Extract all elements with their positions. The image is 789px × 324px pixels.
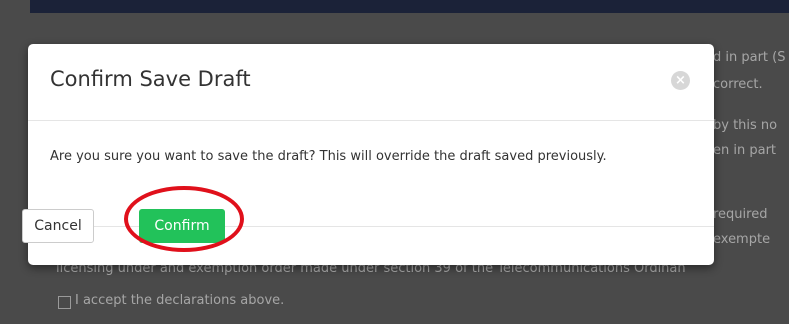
modal-message: Are you sure you want to save the draft?… xyxy=(50,149,607,164)
background-text: d in part (S xyxy=(713,50,786,65)
modal-title: Confirm Save Draft xyxy=(50,67,251,91)
background-text: exempte xyxy=(713,232,771,247)
cancel-button[interactable]: Cancel xyxy=(22,209,94,243)
background-text: en in part xyxy=(713,143,777,158)
declaration-label: I accept the declarations above. xyxy=(75,293,285,308)
top-navbar xyxy=(30,0,789,13)
background-text: required xyxy=(713,207,768,222)
background-text: correct. xyxy=(713,77,763,92)
declaration-checkbox[interactable] xyxy=(58,296,71,309)
modal-header: Confirm Save Draft × xyxy=(28,44,714,121)
close-icon[interactable]: × xyxy=(671,71,690,90)
background-text: by this no xyxy=(713,118,778,133)
highlight-annotation xyxy=(124,186,244,252)
